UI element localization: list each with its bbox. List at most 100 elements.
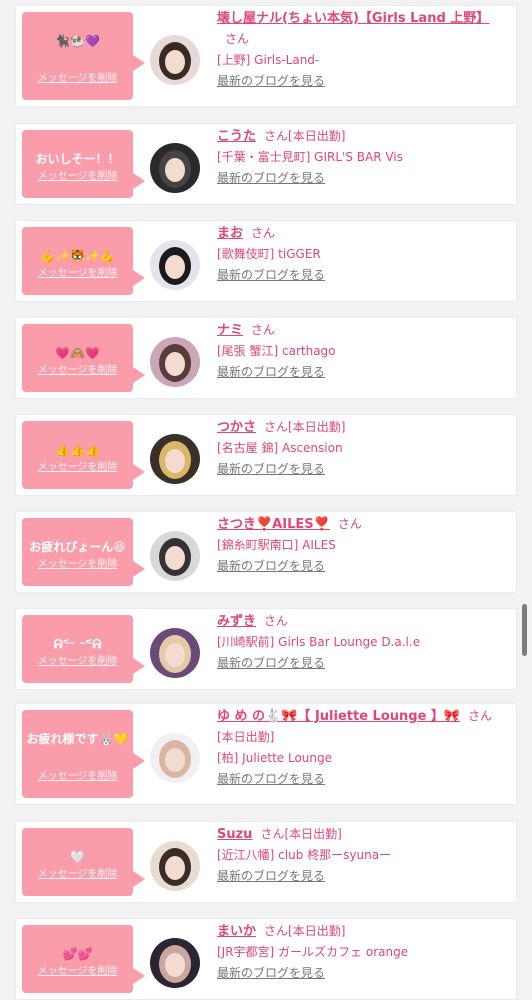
name-line: ナミ さん (217, 320, 508, 341)
latest-blog-link[interactable]: 最新のブログを見る (217, 963, 508, 984)
message-card: おいしそー！！ メッセージを削除 こうた さん[本日出勤] [千葉・富士見町] GIRL… (16, 124, 516, 204)
delete-message-link[interactable]: メッセージを削除 (22, 865, 133, 880)
message-bubble: 👍👍👍 メッセージを削除 (22, 421, 145, 489)
name-line: Suzu さん[本日出勤] (217, 824, 508, 845)
entry-info: Suzu さん[本日出勤] [近江八幡] club 柊那ーsyunaー最新のブログを… (217, 824, 508, 887)
shop-name: [近江八幡] club 柊那ーsyunaー (217, 848, 392, 862)
shop-name: [千葉・富士見町] GIRL'S BAR Vis (217, 150, 403, 164)
status-badge: [本日出勤] (288, 129, 346, 143)
girl-photo-icon (150, 240, 200, 290)
avatar[interactable] (150, 240, 200, 290)
message-text: お疲れ様です🐰💛 (26, 732, 129, 746)
girl-photo-icon (150, 434, 200, 484)
girl-photo-icon (150, 841, 200, 891)
honorific: さん (468, 709, 493, 723)
message-bubble: お疲れぴょーん😆 メッセージを削除 (22, 518, 145, 586)
delete-message-link[interactable]: メッセージを削除 (22, 264, 133, 279)
honorific: さん (264, 924, 289, 938)
honorific: さん (251, 323, 276, 337)
entry-info: ゆ め の🐇🎀【 Juliette Lounge 】🎀 さん [本日出勤] [柏] J… (217, 706, 508, 790)
message-bubble: 💗🙈💗 メッセージを削除 (22, 324, 145, 392)
status-badge: [本日出勤] (284, 827, 342, 841)
status-badge: [本日出勤] (288, 420, 346, 434)
message-text: 🐈‍⬛🐏💜 (55, 34, 100, 48)
latest-blog-link[interactable]: 最新のブログを見る (217, 362, 508, 383)
girl-photo-icon (150, 337, 200, 387)
cast-name-link[interactable]: こうた (217, 129, 256, 144)
message-bubble: 💪✨🐯✨💪 メッセージを削除 (22, 227, 145, 295)
name-line: 壊し屋ナル(ちょい本気)【Girls Land 上野】さん (217, 8, 508, 50)
message-bubble: お疲れ様です🐰💛 メッセージを削除 (22, 710, 145, 798)
delete-message-link[interactable]: メッセージを削除 (22, 167, 133, 182)
latest-blog-link[interactable]: 最新のブログを見る (217, 866, 508, 887)
message-card: 💪✨🐯✨💪 メッセージを削除 まお さん [歌舞伎町] tiGGER 最新のブログを見る (16, 221, 516, 301)
delete-message-link[interactable]: メッセージを削除 (22, 361, 133, 376)
shop-name: [名古屋 錦] Ascension (217, 441, 343, 455)
avatar[interactable] (150, 938, 200, 988)
avatar[interactable] (150, 337, 200, 387)
message-bubble: ᕱᑉᵕ ᵕᑉᕱ メッセージを削除 (22, 615, 145, 683)
entry-info: まお さん [歌舞伎町] tiGGER 最新のブログを見る (217, 223, 508, 286)
latest-blog-link[interactable]: 最新のブログを見る (217, 71, 508, 92)
girl-photo-icon (150, 628, 200, 678)
honorific: さん (264, 129, 289, 143)
status-badge: [本日出勤] (217, 730, 275, 744)
honorific: さん (260, 827, 285, 841)
girl-photo-icon (150, 35, 200, 85)
girl-photo-icon (150, 938, 200, 988)
latest-blog-link[interactable]: 最新のブログを見る (217, 556, 508, 577)
name-line: つかさ さん[本日出勤] (217, 417, 508, 438)
scrollbar[interactable] (522, 604, 527, 656)
name-line: まいか さん[本日出勤] (217, 921, 508, 942)
latest-blog-link[interactable]: 最新のブログを見る (217, 265, 508, 286)
girl-photo-icon (150, 733, 200, 783)
delete-message-link[interactable]: メッセージを削除 (22, 767, 133, 782)
delete-message-link[interactable]: メッセージを削除 (22, 458, 133, 473)
name-line: まお さん (217, 223, 508, 244)
cast-name-link[interactable]: まいか (217, 924, 256, 939)
avatar[interactable] (150, 841, 200, 891)
shop-name: [錦糸町駅南口] AILES (217, 538, 336, 552)
delete-message-link[interactable]: メッセージを削除 (22, 69, 133, 84)
delete-message-link[interactable]: メッセージを削除 (22, 555, 133, 570)
avatar[interactable] (150, 143, 200, 193)
avatar[interactable] (150, 531, 200, 581)
message-card: 💗🙈💗 メッセージを削除 ナミ さん [尾張 蟹江] carthago 最新のブログを見る (16, 318, 516, 398)
message-card: 🐈‍⬛🐏💜 メッセージを削除 壊し屋ナル(ちょい本気)【Girls Land 上野】… (16, 6, 516, 106)
honorific: さん (264, 614, 289, 628)
cast-name-link[interactable]: さつき❣️AILES❣️ (217, 517, 330, 532)
avatar[interactable] (150, 733, 200, 783)
cast-name-link[interactable]: Suzu (217, 827, 252, 842)
cast-name-link[interactable]: 壊し屋ナル(ちょい本気)【Girls Land 上野】 (217, 11, 489, 26)
latest-blog-link[interactable]: 最新のブログを見る (217, 168, 508, 189)
shop-name: [歌舞伎町] tiGGER (217, 247, 321, 261)
status-badge: [本日出勤] (288, 924, 346, 938)
avatar[interactable] (150, 35, 200, 85)
honorific: さん (251, 226, 276, 240)
entry-info: こうた さん[本日出勤] [千葉・富士見町] GIRL'S BAR Vis 最新のブロ… (217, 126, 508, 189)
avatar[interactable] (150, 628, 200, 678)
shop-name: [川崎駅前] Girls Bar Lounge D.a.l.e (217, 635, 421, 649)
cast-name-link[interactable]: ナミ (217, 323, 243, 338)
cast-name-link[interactable]: みずき (217, 614, 256, 629)
entry-info: みずき さん [川崎駅前] Girls Bar Lounge D.a.l.e 最新のブ… (217, 611, 508, 674)
name-line: こうた さん[本日出勤] (217, 126, 508, 147)
name-line: さつき❣️AILES❣️ さん (217, 514, 508, 535)
latest-blog-link[interactable]: 最新のブログを見る (217, 769, 508, 790)
cast-name-link[interactable]: ゆ め の🐇🎀【 Juliette Lounge 】🎀 (217, 709, 460, 724)
shop-name: [JR宇都宮] ガールズカフェ orange (217, 945, 409, 959)
message-card: 👍👍👍 メッセージを削除 つかさ さん[本日出勤] [名古屋 錦] Ascension 最… (16, 415, 516, 495)
name-line: みずき さん (217, 611, 508, 632)
latest-blog-link[interactable]: 最新のブログを見る (217, 653, 508, 674)
latest-blog-link[interactable]: 最新のブログを見る (217, 459, 508, 480)
delete-message-link[interactable]: メッセージを削除 (22, 962, 133, 977)
cast-name-link[interactable]: まお (217, 226, 243, 241)
name-line: ゆ め の🐇🎀【 Juliette Lounge 】🎀 さん [本日出勤] (217, 706, 508, 748)
cast-name-link[interactable]: つかさ (217, 420, 256, 435)
dark-photo-icon (150, 143, 200, 193)
avatar[interactable] (150, 434, 200, 484)
shop-name: [柏] Juliette Lounge (217, 751, 333, 765)
girl-photo-icon (150, 531, 200, 581)
message-bubble: おいしそー！！ メッセージを削除 (22, 130, 145, 198)
delete-message-link[interactable]: メッセージを削除 (22, 652, 133, 667)
